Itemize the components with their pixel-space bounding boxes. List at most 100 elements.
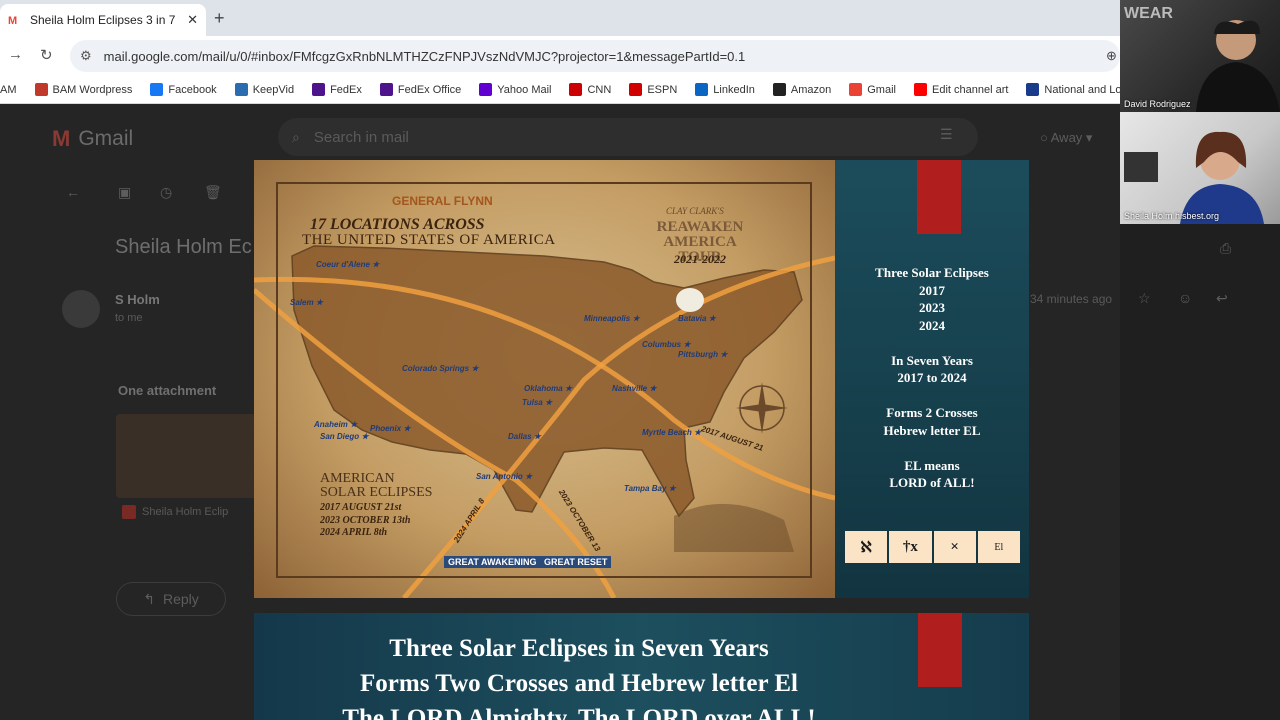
- eclipse-date: 2024 APRIL 8th: [320, 527, 388, 538]
- red-accent-bar: [918, 613, 962, 687]
- slide-2-line: The LORD Almighty, The LORD over ALL!: [342, 705, 816, 720]
- tab-bar: M Sheila Holm Eclipses 3 in 7 yea ✕ +: [0, 0, 1120, 36]
- eclipse-date: 2017 AUGUST 21st: [320, 502, 402, 513]
- participant-2-silhouette: [1124, 131, 1264, 224]
- star-icon[interactable]: ☆: [1138, 290, 1151, 307]
- city-marker: Nashville ★: [612, 384, 657, 393]
- bookmark-item[interactable]: AM: [0, 84, 17, 96]
- forward-icon[interactable]: →: [8, 46, 23, 63]
- panel-line: LORD of ALL!: [889, 475, 975, 490]
- bookmark-item[interactable]: ESPN: [629, 83, 677, 96]
- site-info-icon[interactable]: ⚙: [80, 48, 92, 64]
- back-icon[interactable]: ←: [66, 184, 80, 200]
- status-indicator[interactable]: ○ Away ▾: [1040, 130, 1092, 146]
- tour-years: 2021-2022: [674, 252, 726, 266]
- city-marker: Myrtle Beach ★: [642, 428, 702, 437]
- bam-icon: [34, 83, 48, 96]
- bookmark-item[interactable]: BAM Wordpress: [34, 83, 133, 96]
- hebrew-glyph: El: [977, 531, 1020, 563]
- bookmark-label: LinkedIn: [713, 83, 755, 96]
- omnibox[interactable]: ⚙ mail.google.com/mail/u/0/#inbox/FMfcgz…: [70, 40, 1120, 72]
- slide-1: GENERAL FLYNN 17 LOCATIONS ACROSS THE UN…: [254, 160, 1029, 598]
- status-text: Away: [1050, 130, 1083, 145]
- red-accent-bar: [917, 160, 961, 234]
- panel-line: 2017 to 2024: [897, 370, 967, 385]
- bookmark-label: Amazon: [790, 83, 832, 96]
- bookmark-item[interactable]: National and Local...: [1026, 83, 1120, 96]
- reply-label: Reply: [162, 591, 199, 607]
- delete-icon[interactable]: 🗑: [204, 184, 222, 201]
- svg-text:WEAR: WEAR: [1124, 5, 1173, 22]
- slide-2: Three Solar Eclipses in Seven Years Forms…: [254, 613, 1029, 720]
- panel-line: Three Solar Eclipses: [875, 265, 989, 280]
- attachments-label: One attachment: [118, 383, 217, 398]
- bookmark-item[interactable]: FedEx Office: [379, 83, 462, 96]
- search-bar[interactable]: ⌕ Search in mail: [278, 118, 978, 156]
- city-marker: Minneapolis ★: [584, 314, 640, 323]
- print-icon[interactable]: ⎙: [1220, 240, 1231, 257]
- panel-line: 2024: [919, 317, 945, 333]
- city-marker: Salem ★: [290, 298, 323, 307]
- bookmark-item[interactable]: KeepVid: [234, 83, 294, 96]
- eclipse-map-image: GENERAL FLYNN 17 LOCATIONS ACROSS THE UN…: [254, 160, 835, 598]
- footer-great-awakening: GREAT AWAKENING: [444, 556, 541, 568]
- fedex-office-icon: [379, 83, 393, 96]
- bookmark-label: FedEx: [330, 83, 362, 96]
- bookmark-item[interactable]: Edit channel art: [913, 83, 1008, 96]
- recipient-text[interactable]: to me: [115, 312, 143, 324]
- search-input[interactable]: Search in mail: [314, 129, 409, 146]
- bookmark-label: Facebook: [168, 83, 217, 96]
- bookmark-item[interactable]: FedEx: [312, 83, 362, 96]
- city-marker: Tulsa ★: [522, 398, 553, 407]
- bookmark-item[interactable]: Facebook: [150, 83, 217, 96]
- gmail-m-icon: M: [52, 126, 71, 151]
- bookmark-item[interactable]: CNN: [569, 83, 611, 96]
- participant-video-2[interactable]: Sheila Holm hisbest.org: [1120, 112, 1280, 224]
- panel-text: Three Solar Eclipses 2017 2023 2024 In Seven…: [835, 264, 1029, 492]
- city-marker: Coeur d'Alene ★: [316, 260, 380, 269]
- panel-line: 2023: [919, 300, 945, 315]
- gmail-icon: [849, 83, 863, 96]
- panel-line: Hebrew letter EL: [883, 422, 981, 438]
- map-title-line2: THE UNITED STATES OF AMERICA: [302, 232, 556, 248]
- reload-icon[interactable]: ↻: [40, 46, 53, 64]
- city-marker: Phoenix ★: [370, 424, 411, 433]
- tab-active[interactable]: M Sheila Holm Eclipses 3 in 7 yea ✕: [0, 4, 206, 36]
- archive-icon[interactable]: ▣: [118, 184, 131, 201]
- sender-name: S Holm: [115, 292, 160, 307]
- fedex-icon: [312, 83, 326, 96]
- bookmark-item[interactable]: Gmail: [849, 83, 896, 96]
- bookmark-label: BAM Wordpress: [52, 83, 133, 96]
- search-icon[interactable]: ⌕: [292, 129, 300, 146]
- bookmark-item[interactable]: Yahoo Mail: [479, 83, 551, 96]
- gmail-logo-text: Gmail: [78, 127, 134, 150]
- hebrew-glyph-row: ℵ †x × El: [845, 531, 1020, 563]
- city-marker: Batavia ★: [678, 314, 716, 323]
- filter-options-icon[interactable]: ☰: [940, 126, 953, 143]
- reply-button[interactable]: ↰ Reply: [116, 582, 226, 616]
- timestamp: 34 minutes ago: [1030, 292, 1113, 306]
- tab-title: Sheila Holm Eclipses 3 in 7 yea: [30, 13, 179, 27]
- email-subject: Sheila Holm Ec: [115, 236, 252, 258]
- participant-video-1[interactable]: WEAR David Rodriguez: [1120, 0, 1280, 112]
- bookmark-label: Gmail: [867, 83, 896, 96]
- bookmark-item[interactable]: LinkedIn: [695, 83, 755, 96]
- new-tab-button[interactable]: +: [214, 8, 225, 29]
- zoom-icon[interactable]: ⊕: [1106, 48, 1117, 64]
- participant-1-silhouette: WEAR: [1124, 5, 1280, 112]
- close-tab-icon[interactable]: ✕: [187, 12, 198, 28]
- attachment-name[interactable]: Sheila Holm Eclip: [122, 505, 228, 519]
- reply-icon[interactable]: ↩: [1216, 290, 1228, 307]
- snooze-icon[interactable]: ◷: [160, 184, 172, 201]
- panel-line: [835, 439, 1029, 457]
- bookmark-item[interactable]: Amazon: [772, 83, 832, 96]
- participant-1-name: David Rodriguez: [1124, 99, 1191, 109]
- emoji-icon[interactable]: ☺: [1178, 290, 1192, 306]
- news-icon: [1026, 83, 1040, 96]
- flynn-badge: GENERAL FLYNN: [392, 194, 493, 208]
- attachment-thumbnail[interactable]: [116, 414, 256, 498]
- bookmark-label: FedEx Office: [397, 83, 462, 96]
- url-text[interactable]: mail.google.com/mail/u/0/#inbox/FMfcgzGx…: [104, 49, 746, 64]
- gmail-logo[interactable]: M Gmail: [52, 126, 133, 152]
- panel-line: 2017: [919, 282, 945, 298]
